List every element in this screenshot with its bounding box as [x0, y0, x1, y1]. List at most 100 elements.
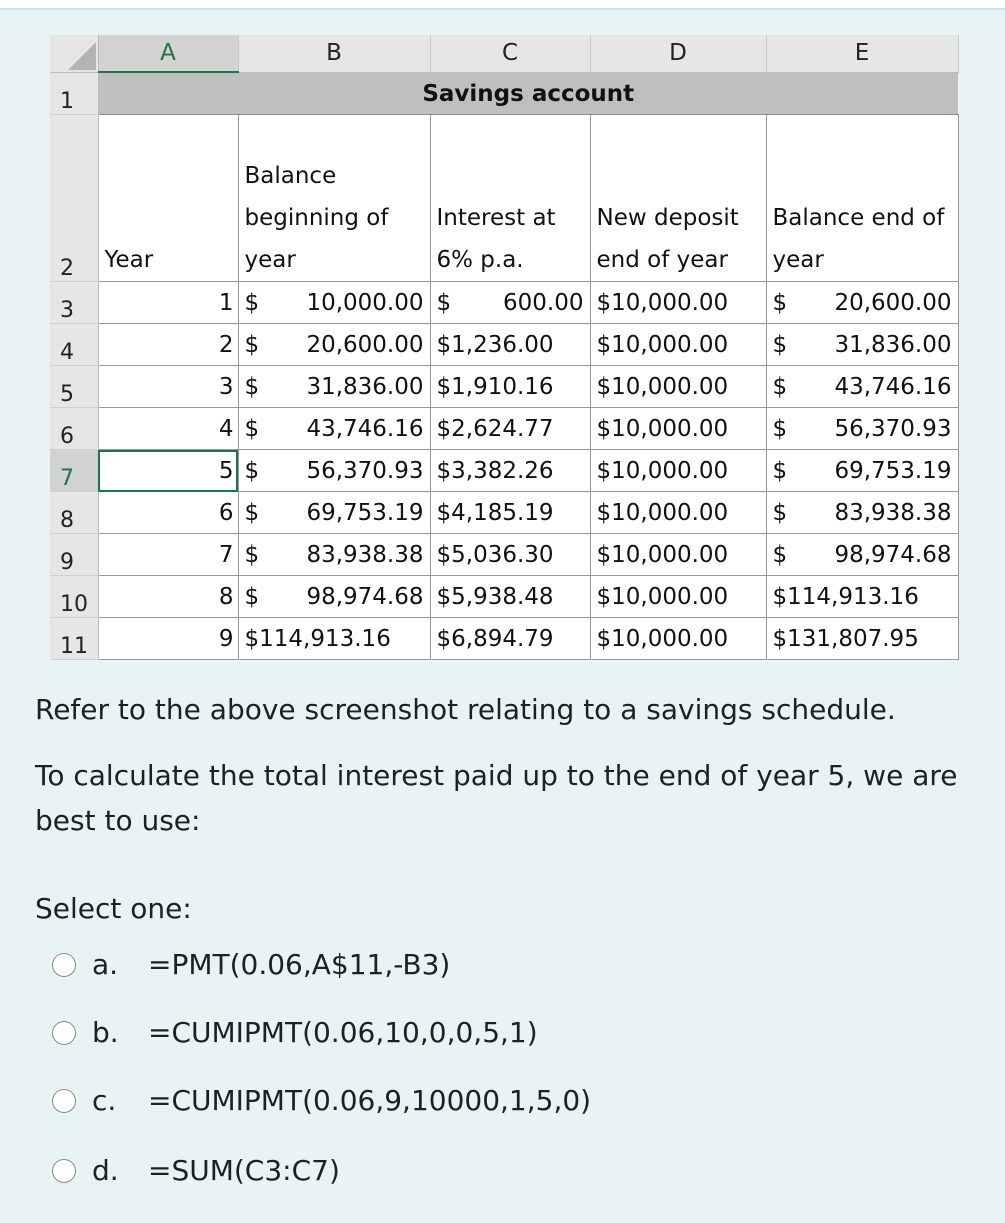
option-a[interactable]: a. =PMT(0.06,A$11,-B3)	[52, 948, 450, 981]
balance-begin-cell-value: $114,913.16	[244, 625, 391, 652]
radio-option-b[interactable]	[52, 1020, 76, 1045]
table-row: 8 6 $69,753.19 $4,185.19 $10,000.00 $83,938.3…	[50, 491, 959, 534]
interest-cell[interactable]: $5,938.48	[429, 575, 591, 618]
row-header-2[interactable]: 2	[50, 114, 99, 282]
deposit-cell[interactable]: $10,000.00	[589, 575, 767, 618]
row-header[interactable]: 5	[50, 365, 99, 408]
balance-begin-cell[interactable]: $69,753.19	[237, 491, 431, 534]
interest-cell[interactable]: $6,894.79	[429, 617, 591, 660]
interest-cell[interactable]: $2,624.77	[429, 407, 591, 450]
balance-end-cell-value: 69,753.19	[834, 457, 952, 484]
deposit-cell[interactable]: $10,000.00	[589, 365, 767, 408]
year-cell[interactable]: 7	[98, 533, 239, 576]
column-header-c[interactable]: C	[430, 35, 591, 73]
option-c[interactable]: c. =CUMIPMT(0.06,9,10000,1,5,0)	[52, 1084, 591, 1117]
year-cell[interactable]: 1	[98, 281, 239, 324]
radio-option-c[interactable]	[52, 1088, 76, 1113]
deposit-cell-value: $10,000.00	[596, 289, 729, 316]
balance-begin-cell[interactable]: $31,836.00	[237, 365, 431, 408]
spreadsheet-grid: A B C D E 1 Savings account 2 Year Balan…	[50, 35, 959, 660]
balance-end-cell[interactable]: $56,370.93	[765, 407, 959, 450]
balance-end-cell[interactable]: $114,913.16	[765, 575, 959, 618]
interest-cell[interactable]: $1,910.16	[429, 365, 591, 408]
column-header-e[interactable]: E	[766, 35, 959, 73]
currency-symbol: $	[436, 289, 452, 316]
balance-end-cell[interactable]: $31,836.00	[765, 323, 959, 366]
year-cell[interactable]: 9	[98, 617, 239, 660]
deposit-cell[interactable]: $10,000.00	[589, 617, 767, 660]
balance-begin-cell[interactable]: $83,938.38	[237, 533, 431, 576]
balance-begin-cell-value: 98,974.68	[306, 583, 424, 610]
balance-end-cell-value: 56,370.93	[834, 415, 952, 442]
balance-begin-cell[interactable]: $114,913.16	[237, 617, 431, 660]
table-row: 11 9 $114,913.16 $6,894.79 $10,000.00 $131,80…	[50, 617, 959, 660]
balance-end-cell[interactable]: $20,600.00	[765, 281, 959, 324]
select-one-label: Select one:	[35, 892, 192, 925]
row-header[interactable]: 9	[50, 533, 99, 576]
year-cell[interactable]: 4	[98, 407, 239, 450]
option-b[interactable]: b. =CUMIPMT(0.06,10,0,0,5,1)	[52, 1016, 538, 1049]
row-header[interactable]: 11	[50, 617, 99, 660]
year-cell[interactable]: 5	[98, 449, 239, 492]
table-row: 9 7 $83,938.38 $5,036.30 $10,000.00 $98,974.6…	[50, 533, 959, 576]
column-header-b[interactable]: B	[238, 35, 431, 73]
year-cell[interactable]: 2	[98, 323, 239, 366]
interest-cell[interactable]: $1,236.00	[429, 323, 591, 366]
deposit-cell[interactable]: $10,000.00	[589, 407, 767, 450]
balance-begin-cell-value: 69,753.19	[306, 499, 424, 526]
balance-end-cell[interactable]: $43,746.16	[765, 365, 959, 408]
option-b-text[interactable]: =CUMIPMT(0.06,10,0,0,5,1)	[148, 1016, 538, 1049]
balance-begin-cell[interactable]: $98,974.68	[237, 575, 431, 618]
option-d-text[interactable]: =SUM(C3:C7)	[148, 1154, 340, 1187]
row-header[interactable]: 3	[50, 281, 99, 324]
deposit-cell[interactable]: $10,000.00	[589, 281, 767, 324]
row-header[interactable]: 10	[50, 575, 99, 618]
deposit-cell[interactable]: $10,000.00	[589, 323, 767, 366]
interest-cell[interactable]: $5,036.30	[429, 533, 591, 576]
deposit-cell[interactable]: $10,000.00	[589, 491, 767, 534]
balance-end-cell-value: $114,913.16	[772, 583, 919, 610]
option-d[interactable]: d. =SUM(C3:C7)	[52, 1154, 340, 1187]
row-header[interactable]: 8	[50, 491, 99, 534]
year-cell[interactable]: 3	[98, 365, 239, 408]
interest-cell[interactable]: $4,185.19	[429, 491, 591, 534]
currency-symbol: $	[772, 373, 788, 400]
header-balance-begin: Balance beginning of year	[237, 114, 431, 282]
question-panel: A B C D E 1 Savings account 2 Year Balan…	[0, 8, 1005, 1223]
balance-end-cell[interactable]: $69,753.19	[765, 449, 959, 492]
interest-cell-value: $1,910.16	[436, 373, 554, 400]
question-intro: Refer to the above screenshot relating t…	[35, 693, 896, 726]
currency-symbol: $	[772, 289, 788, 316]
currency-symbol: $	[244, 583, 260, 610]
balance-end-cell[interactable]: $98,974.68	[765, 533, 959, 576]
year-cell[interactable]: 8	[98, 575, 239, 618]
balance-begin-cell[interactable]: $20,600.00	[237, 323, 431, 366]
select-all-corner[interactable]	[50, 35, 99, 73]
row-header-1[interactable]: 1	[50, 72, 99, 115]
row-header[interactable]: 7	[50, 449, 99, 492]
deposit-cell-value: $10,000.00	[596, 415, 729, 442]
currency-symbol: $	[244, 541, 260, 568]
balance-begin-cell[interactable]: $10,000.00	[237, 281, 431, 324]
balance-end-cell-value: 20,600.00	[834, 289, 952, 316]
interest-cell[interactable]: $600.00	[429, 281, 591, 324]
question-prompt: To calculate the total interest paid up …	[35, 759, 958, 837]
row-header[interactable]: 6	[50, 407, 99, 450]
deposit-cell[interactable]: $10,000.00	[589, 449, 767, 492]
balance-begin-cell[interactable]: $56,370.93	[237, 449, 431, 492]
balance-begin-cell-value: 83,938.38	[306, 541, 424, 568]
interest-cell[interactable]: $3,382.26	[429, 449, 591, 492]
row-header[interactable]: 4	[50, 323, 99, 366]
column-header-d[interactable]: D	[590, 35, 767, 73]
currency-symbol: $	[772, 541, 788, 568]
balance-end-cell[interactable]: $83,938.38	[765, 491, 959, 534]
column-header-a[interactable]: A	[98, 35, 239, 73]
deposit-cell[interactable]: $10,000.00	[589, 533, 767, 576]
balance-begin-cell[interactable]: $43,746.16	[237, 407, 431, 450]
radio-option-a[interactable]	[52, 952, 76, 977]
year-cell[interactable]: 6	[98, 491, 239, 534]
balance-end-cell[interactable]: $131,807.95	[765, 617, 959, 660]
option-c-text[interactable]: =CUMIPMT(0.06,9,10000,1,5,0)	[148, 1084, 591, 1117]
option-a-text[interactable]: =PMT(0.06,A$11,-B3)	[148, 948, 450, 981]
radio-option-d[interactable]	[52, 1158, 76, 1183]
